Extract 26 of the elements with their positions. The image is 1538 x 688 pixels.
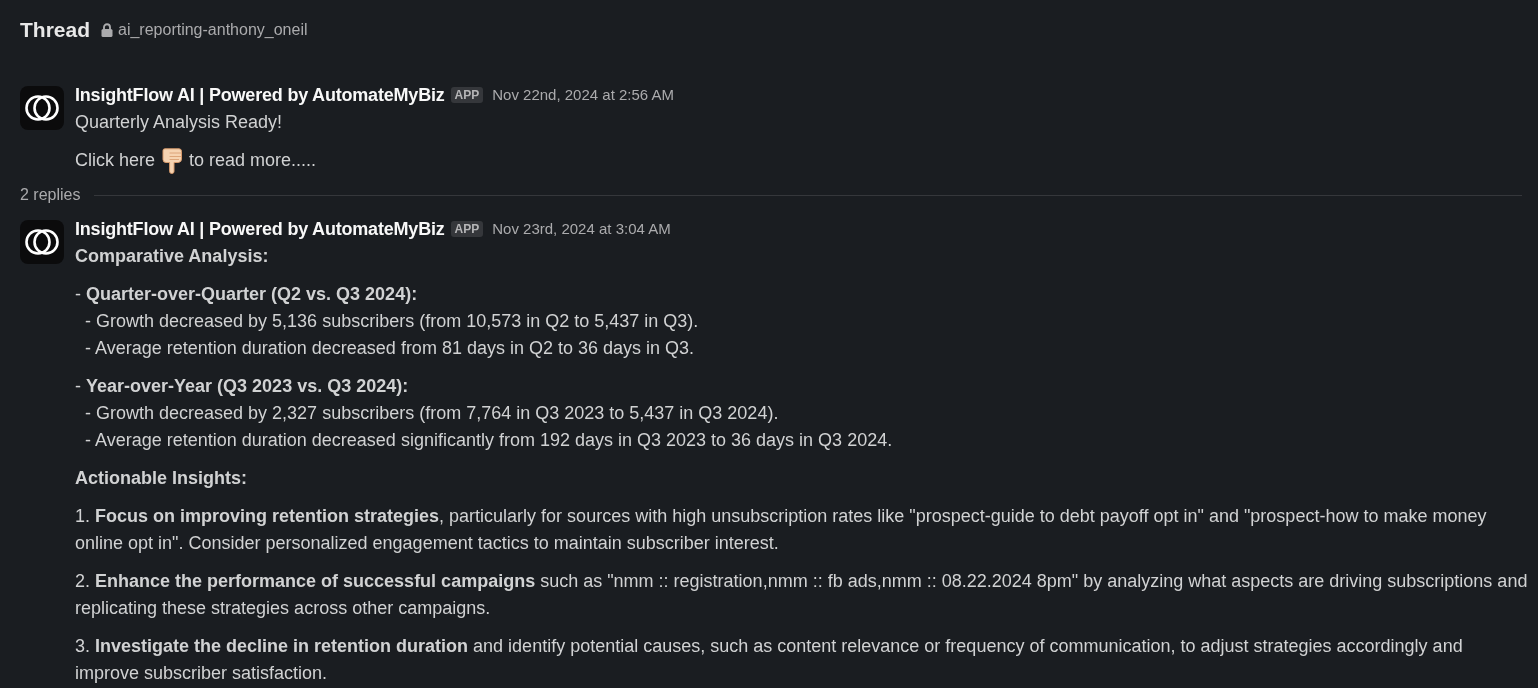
- list-heading: - Quarter-over-Quarter (Q2 vs. Q3 2024):: [75, 283, 419, 306]
- sub-list-item: - Growth decreased by 5,136 subscribers (from 10,573 in Q2 to 5,437 in Q3).: [84, 310, 700, 333]
- section-heading: Actionable Insights:: [75, 467, 248, 490]
- sub-list-item: - Average retention duration decreased from 81 days in Q2 to 36 days in Q3.: [84, 337, 696, 360]
- thread-title: Thread: [20, 17, 90, 44]
- numbered-paragraph: 1. Focus on improving retention strategies, particularly for sources with high unsubscription rates like "prospect-guide to debt payoff opt in" and "prospect-how to make money online opt in". Consider personalized engagement tactics to maintain subscriber interest.: [75, 505, 1488, 555]
- pointing-down-hand-icon: [161, 147, 184, 174]
- message-text: Quarterly Analysis Ready!: [75, 111, 284, 134]
- rings-avatar-icon[interactable]: [20, 86, 64, 130]
- message-text: to read more.....: [189, 149, 317, 172]
- message-text: Click here: [75, 149, 156, 172]
- sender-name[interactable]: InsightFlow AI | Powered by AutomateMyBiz: [75, 215, 445, 243]
- rings-avatar-icon[interactable]: [20, 220, 64, 264]
- app-badge: APP: [450, 87, 484, 103]
- section-heading: Comparative Analysis:: [75, 245, 270, 268]
- channel-name: ai_reporting-anthony_oneil: [118, 20, 308, 40]
- numbered-paragraph: 3. Investigate the decline in retention duration and identify potential causes, such as content relevance or frequency of communication, to adjust strategies accordingly and improve subscriber satisfaction.: [75, 635, 1464, 685]
- sub-list-item: - Growth decreased by 2,327 subscribers (from 7,764 in Q3 2023 to 5,437 in Q3 2024).: [84, 402, 780, 425]
- sub-list-item: - Average retention duration decreased significantly from 192 days in Q3 2023 to 36 days in Q3 2024.: [84, 429, 894, 452]
- app-badge: APP: [450, 221, 484, 237]
- sender-name[interactable]: InsightFlow AI | Powered by AutomateMyBiz: [75, 81, 445, 109]
- message-timestamp[interactable]: Nov 23rd, 2024 at 3:04 AM: [492, 217, 671, 241]
- list-heading: - Year-over-Year (Q3 2023 vs. Q3 2024):: [75, 375, 410, 398]
- message-timestamp[interactable]: Nov 22nd, 2024 at 2:56 AM: [492, 83, 674, 107]
- replies-count: 2 replies: [20, 185, 81, 205]
- numbered-paragraph: 2. Enhance the performance of successful campaigns such as "nmm :: registration,nmm :: fb ads,nmm :: 08.22.2024 8pm" by analyzing what aspects are driving subscriptions and replicating these strategies across other campaigns.: [75, 570, 1529, 620]
